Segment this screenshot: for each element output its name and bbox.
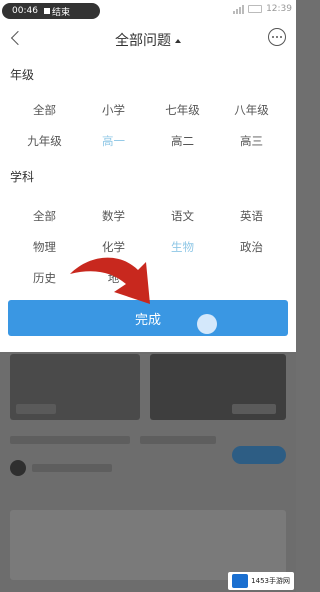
- video-thumbnail: [150, 354, 286, 420]
- grade-option[interactable]: 七年级: [148, 94, 217, 125]
- grade-option[interactable]: 高二: [148, 125, 217, 156]
- subject-option[interactable]: 英语: [217, 200, 286, 231]
- grade-option[interactable]: 全部: [10, 94, 79, 125]
- question-title-placeholder: [140, 436, 216, 444]
- grade-option-selected[interactable]: 高一: [79, 125, 148, 156]
- top-bar: 全部问题: [0, 22, 296, 56]
- subject-section-label: 学科: [10, 170, 35, 184]
- clock: 12:39: [266, 4, 292, 14]
- record-time: 00:46: [12, 6, 38, 16]
- page-title[interactable]: 全部问题: [0, 30, 296, 50]
- dimmed-content-overlay[interactable]: [0, 352, 296, 592]
- screen-record-pill[interactable]: 00:46 结束: [2, 3, 100, 19]
- question-card: [10, 510, 286, 580]
- signal-icon: [233, 4, 245, 14]
- site-watermark: 1453手游网: [228, 572, 294, 590]
- stop-record-button[interactable]: 结束: [43, 5, 70, 18]
- stop-icon: [43, 8, 50, 14]
- grade-option[interactable]: 九年级: [10, 125, 79, 156]
- stop-label: 结束: [51, 7, 70, 18]
- subject-option[interactable]: 数学: [79, 200, 148, 231]
- avatar: [10, 460, 26, 476]
- video-thumbnail: [10, 354, 140, 420]
- subject-option[interactable]: 政治: [217, 231, 286, 262]
- answer-button: [232, 446, 286, 464]
- system-status: 12:39: [233, 4, 292, 14]
- grade-option[interactable]: 八年级: [217, 94, 286, 125]
- caret-up-icon: [175, 39, 181, 43]
- subject-option[interactable]: 语文: [148, 200, 217, 231]
- grade-option[interactable]: 小学: [79, 94, 148, 125]
- battery-icon: [248, 5, 263, 13]
- more-options-icon[interactable]: [268, 28, 286, 46]
- page-title-text: 全部问题: [115, 33, 171, 49]
- grade-options: 全部 小学 七年级 八年级 九年级 高一 高二 高三: [10, 94, 286, 156]
- touch-indicator: [197, 314, 217, 334]
- grade-option[interactable]: 高三: [217, 125, 286, 156]
- status-bar: 00:46 结束 12:39: [0, 0, 296, 22]
- watermark-text: 1453手游网: [251, 577, 290, 585]
- subject-option[interactable]: 全部: [10, 200, 79, 231]
- author-placeholder: [32, 464, 112, 472]
- watermark-logo-icon: [232, 574, 249, 588]
- tutorial-arrow-icon: [70, 257, 150, 304]
- question-title-placeholder: [10, 436, 130, 444]
- grade-section-label: 年级: [10, 68, 35, 82]
